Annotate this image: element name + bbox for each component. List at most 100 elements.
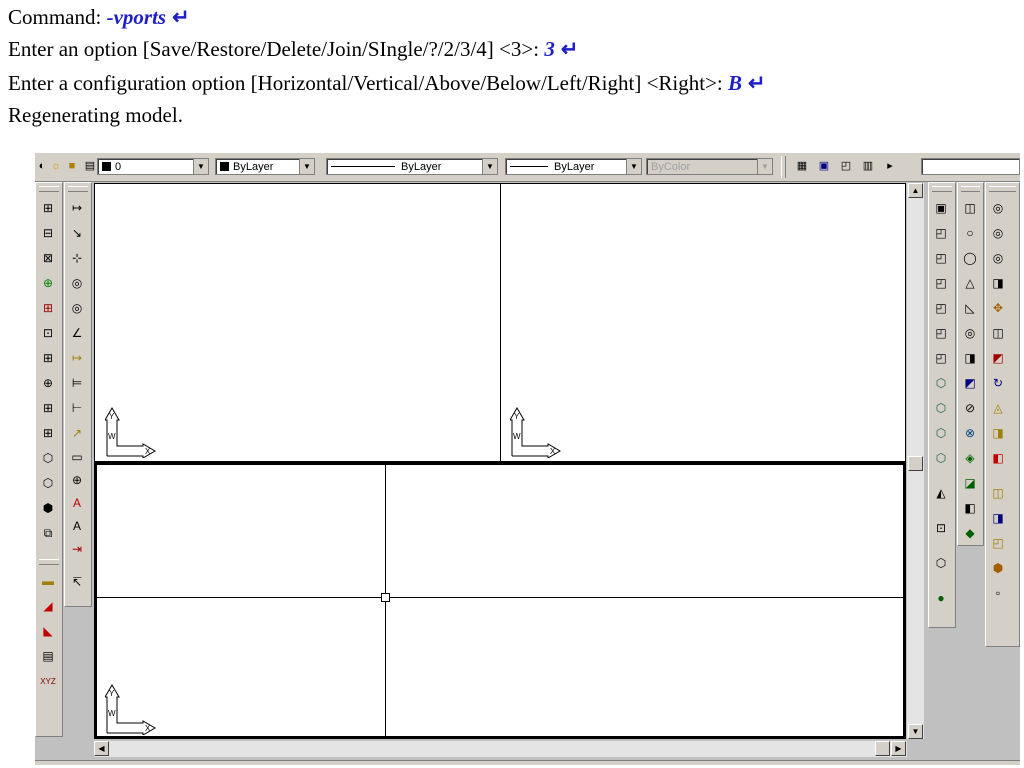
ordinate-dim-icon[interactable]: ⊹ <box>65 246 89 271</box>
vertical-scrollbar[interactable]: ▲ ▼ <box>907 183 924 739</box>
toolbar-grip[interactable] <box>781 156 786 178</box>
dim-style-icon[interactable]: ↸ <box>65 571 89 594</box>
solid-sphere-icon[interactable]: ◰ <box>929 296 953 321</box>
clean-icon[interactable]: ◰ <box>986 531 1010 556</box>
color-edges-icon[interactable]: ◫ <box>986 481 1010 506</box>
linetype-select[interactable]: ByLayer ▼ <box>326 158 498 175</box>
revolve-icon[interactable]: ◩ <box>958 371 982 396</box>
solid-cone-icon[interactable]: ◰ <box>929 271 953 296</box>
3d-array-icon[interactable]: ⬡ <box>36 446 60 471</box>
continue-dim-icon[interactable]: ⊢ <box>65 396 89 421</box>
xyz-icon[interactable]: XYZ <box>36 669 60 694</box>
solidedit-union-icon[interactable]: ◎ <box>986 196 1010 221</box>
chevron-down-icon[interactable]: ▼ <box>193 159 208 174</box>
dim-edit-icon[interactable]: A <box>65 492 89 515</box>
copy-edges-icon[interactable]: ◧ <box>986 446 1010 471</box>
scroll-left-icon[interactable]: ◀ <box>94 741 109 756</box>
shell-icon[interactable]: ▫ <box>986 581 1010 606</box>
baseline-dim-icon[interactable]: ⊨ <box>65 371 89 396</box>
iso-view-icon[interactable]: ⬡ <box>929 551 953 576</box>
dimension-icon[interactable]: ⊞ <box>36 396 60 421</box>
move-faces-icon[interactable]: ✥ <box>986 296 1010 321</box>
solid-torus-icon[interactable]: ◰ <box>929 346 953 371</box>
table-icon[interactable]: ▬ <box>36 569 60 594</box>
leader-icon[interactable]: ↗ <box>65 421 89 446</box>
gradient-icon[interactable]: ◣ <box>36 619 60 644</box>
aligned-dim-icon[interactable]: ↘ <box>65 221 89 246</box>
torus-icon[interactable]: ◎ <box>958 321 982 346</box>
insert-icon[interactable]: ⊕ <box>36 371 60 396</box>
viewport-scale-icon[interactable]: ▸ <box>883 159 897 173</box>
lineweight-select[interactable]: ByLayer ▼ <box>505 158 642 175</box>
drawing-area[interactable]: Y W X Y W X Y W X <box>94 183 906 739</box>
mtext-icon[interactable]: ▤ <box>36 644 60 669</box>
layer-color-icon[interactable]: ▤ <box>83 159 97 173</box>
diameter-dim-icon[interactable]: ◎ <box>65 296 89 321</box>
chevron-down-icon[interactable]: ▼ <box>482 159 497 174</box>
light-icon[interactable]: ⬡ <box>929 446 953 471</box>
hide-icon[interactable]: ⬡ <box>929 396 953 421</box>
scroll-thumb-vertical[interactable] <box>908 456 923 471</box>
3d-rotate-icon[interactable]: ⬢ <box>36 496 60 521</box>
intersect-icon[interactable]: ◆ <box>958 521 982 546</box>
offset-faces-icon[interactable]: ◫ <box>986 321 1010 346</box>
scroll-up-icon[interactable]: ▲ <box>908 183 923 198</box>
sun-icon[interactable]: ☼ <box>49 159 63 173</box>
floating-viewport-icon[interactable]: ◰ <box>839 159 853 173</box>
radius-dim-icon[interactable]: ◎ <box>65 271 89 296</box>
subtract-icon[interactable]: ◧ <box>958 496 982 521</box>
dim-text-edit-icon[interactable]: A <box>65 515 89 538</box>
sphere-icon[interactable]: ○ <box>958 221 982 246</box>
viewport-top-left[interactable]: Y W X <box>95 184 501 463</box>
cylinder-icon[interactable]: ◯ <box>958 246 982 271</box>
single-viewport-icon[interactable]: ▣ <box>817 159 831 173</box>
interfere-icon[interactable]: ◈ <box>958 446 982 471</box>
solid-box-icon[interactable]: ◰ <box>929 221 953 246</box>
view-icon[interactable]: ▣ <box>929 196 953 221</box>
toolbar-grip[interactable] <box>39 559 59 565</box>
wedge-icon[interactable]: ◺ <box>958 296 982 321</box>
dim-update-icon[interactable]: ⇥ <box>65 538 89 561</box>
3d-icon[interactable]: ⊞ <box>36 421 60 446</box>
color-select[interactable]: ByLayer ▼ <box>215 158 315 175</box>
center-mark-icon[interactable]: ⊕ <box>65 469 89 492</box>
quick-dim-icon[interactable]: ↦ <box>65 346 89 371</box>
named-views-icon[interactable]: ▦ <box>795 159 809 173</box>
extrude-faces-icon[interactable]: ◨ <box>986 271 1010 296</box>
toolbar-grip[interactable] <box>961 186 980 192</box>
union-icon[interactable]: ◪ <box>958 471 982 496</box>
angular-dim-icon[interactable]: ∠ <box>65 321 89 346</box>
separate-icon[interactable]: ⬢ <box>986 556 1010 581</box>
extrude-icon[interactable]: ◨ <box>958 346 982 371</box>
layers-icon[interactable]: ◐ <box>35 159 49 173</box>
cone-icon[interactable]: △ <box>958 271 982 296</box>
shade-icon[interactable]: ⬡ <box>929 371 953 396</box>
3d-align-icon[interactable]: ⧉ <box>36 521 60 546</box>
solidedit-intersect-icon[interactable]: ◎ <box>986 246 1010 271</box>
solidedit-subtract-icon[interactable]: ◎ <box>986 221 1010 246</box>
solid-cylinder-icon[interactable]: ◰ <box>929 321 953 346</box>
bind-xref-icon[interactable]: ⊡ <box>36 321 60 346</box>
tolerance-icon[interactable]: ▭ <box>65 446 89 469</box>
block-edit-icon[interactable]: ⊠ <box>36 246 60 271</box>
color-faces-icon[interactable]: ◨ <box>986 421 1010 446</box>
clip-viewport-icon[interactable]: ▥ <box>861 159 875 173</box>
3d-mirror-icon[interactable]: ⬡ <box>36 471 60 496</box>
refedit-icon[interactable]: ⊞ <box>36 346 60 371</box>
scene-icon[interactable]: ◭ <box>929 481 953 506</box>
scroll-down-icon[interactable]: ▼ <box>908 724 923 739</box>
rotate-faces-icon[interactable]: ↻ <box>986 371 1010 396</box>
horizontal-scrollbar[interactable]: ◀ ▶ <box>94 741 907 757</box>
scroll-right-icon[interactable]: ▶ <box>891 741 906 756</box>
slice-icon[interactable]: ⊘ <box>958 396 982 421</box>
linear-dim-icon[interactable]: ↦ <box>65 196 89 221</box>
make-block-icon[interactable]: ⊟ <box>36 221 60 246</box>
render-icon[interactable]: ⬡ <box>929 421 953 446</box>
toolbar-grip[interactable] <box>68 186 88 192</box>
viewport-top-right[interactable]: Y W X <box>501 184 905 463</box>
section-icon[interactable]: ⊗ <box>958 421 982 446</box>
toolbar-grip[interactable] <box>932 186 952 192</box>
material-icon[interactable]: ⊡ <box>929 516 953 541</box>
xref-edit-icon[interactable]: ⊞ <box>36 296 60 321</box>
toolbar-grip[interactable] <box>39 186 59 192</box>
